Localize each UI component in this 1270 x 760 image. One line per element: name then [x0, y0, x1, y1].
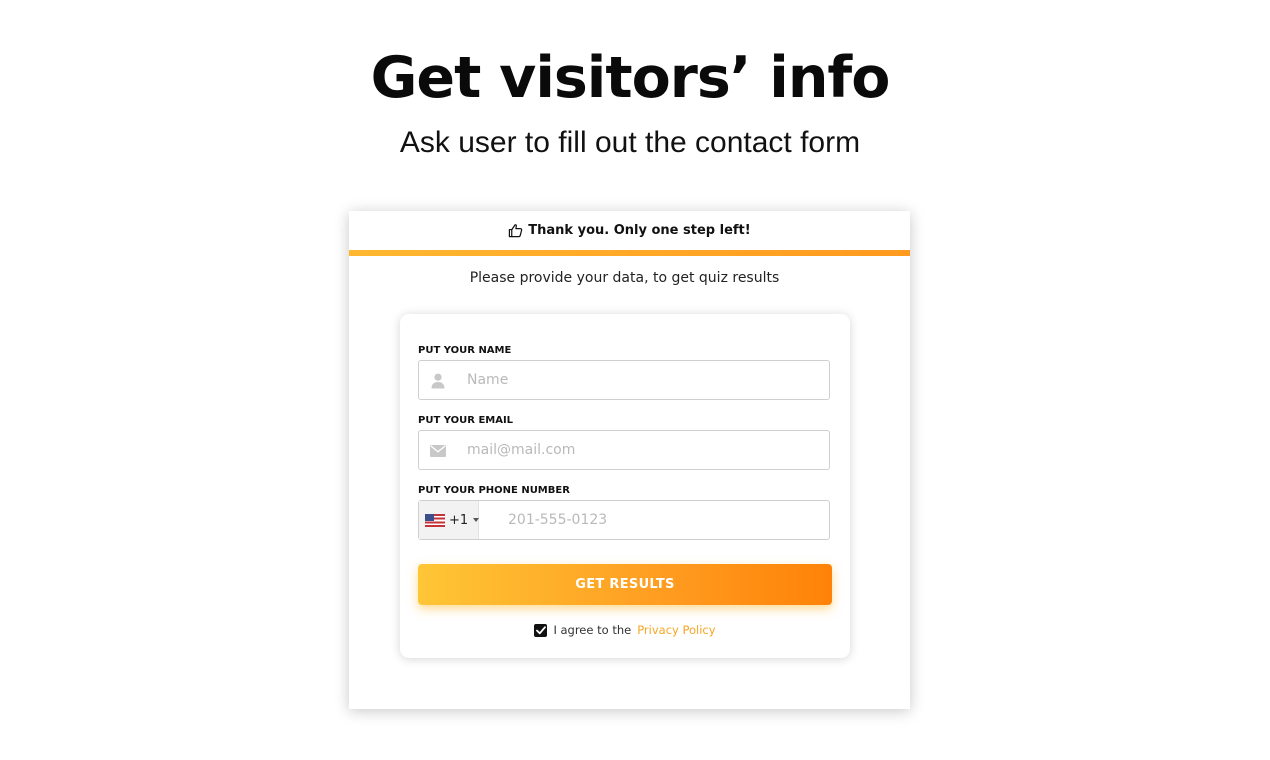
email-input[interactable]: [467, 431, 817, 469]
name-field[interactable]: [418, 360, 830, 400]
get-results-button[interactable]: GET RESULTS: [418, 564, 832, 605]
card-header: Thank you. Only one step left!: [349, 211, 910, 250]
page-headline: Get visitors’ info: [370, 45, 891, 111]
checkmark-icon: [536, 625, 546, 634]
thumbs-up-icon: [508, 223, 523, 238]
email-label: PUT YOUR EMAIL: [418, 415, 514, 426]
phone-label: PUT YOUR PHONE NUMBER: [418, 485, 570, 496]
user-icon: [429, 372, 447, 390]
card-intro-text: Please provide your data, to get quiz re…: [469, 270, 780, 286]
quiz-card: Thank you. Only one step left! Please pr…: [349, 211, 910, 709]
envelope-icon: [429, 442, 447, 460]
us-flag-icon: [425, 513, 445, 527]
name-input[interactable]: [467, 361, 817, 399]
card-header-text: Thank you. Only one step left!: [528, 223, 751, 238]
phone-input[interactable]: [508, 501, 818, 539]
progress-fill: [349, 250, 910, 256]
country-code-select[interactable]: +1: [419, 501, 480, 539]
progress-bar: [349, 250, 910, 256]
email-field[interactable]: [418, 430, 830, 470]
dial-code: +1: [449, 512, 469, 528]
privacy-policy-link[interactable]: Privacy Policy: [637, 623, 715, 637]
page-subheadline: Ask user to fill out the contact form: [399, 126, 861, 159]
contact-form: PUT YOUR NAME PUT YOUR EMAIL PUT YOUR PH…: [400, 314, 850, 658]
chevron-down-icon: [473, 518, 480, 522]
consent-row: I agree to the Privacy Policy: [400, 623, 850, 637]
phone-field[interactable]: +1: [418, 500, 830, 540]
consent-text: I agree to the: [553, 623, 632, 637]
consent-checkbox[interactable]: [534, 623, 548, 637]
name-label: PUT YOUR NAME: [418, 345, 512, 356]
